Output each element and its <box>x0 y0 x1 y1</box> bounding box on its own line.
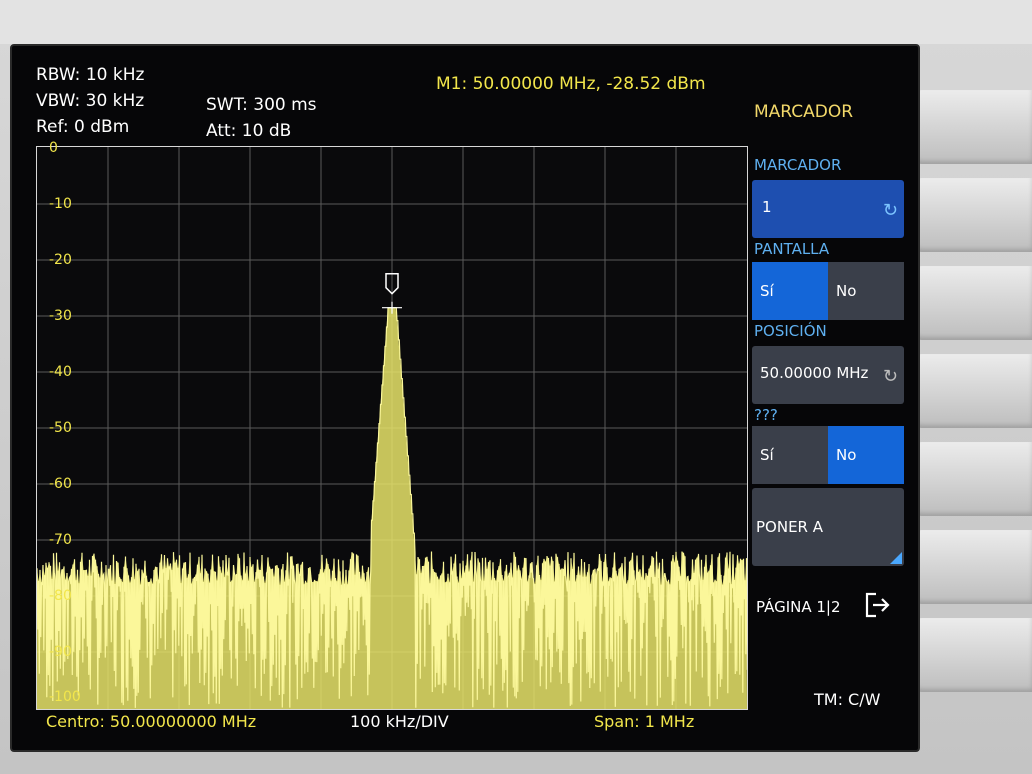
spectrum-plot: 0 -10 -20 -30 -40 -50 -60 -70 -80 -90 -100 <box>36 140 748 710</box>
analyzer-screen: RBW: 10 kHz VBW: 30 kHz Ref: 0 dBm SWT: … <box>10 44 920 752</box>
spectrum-svg <box>37 147 747 709</box>
softkey-button-6[interactable] <box>914 530 1032 604</box>
trigger-mode: TM: C/W <box>814 690 881 709</box>
y-tick-label: -90 <box>49 644 72 660</box>
softkey-button-3[interactable] <box>914 266 1032 340</box>
vbw-readout: VBW: 30 kHz <box>36 91 145 111</box>
display-no-option[interactable]: No <box>828 262 904 320</box>
marker-label: MARCADOR <box>754 156 842 174</box>
division-readout: 100 kHz/DIV <box>350 712 449 731</box>
menu-title: MARCADOR <box>754 102 854 122</box>
exit-icon[interactable] <box>862 590 892 620</box>
marker-crosshair-icon <box>382 301 402 314</box>
softkey-button-2[interactable] <box>914 178 1032 252</box>
unknown-toggle[interactable]: Sí No <box>752 426 904 484</box>
y-tick-label: -30 <box>49 308 72 324</box>
y-tick-label: -40 <box>49 364 72 380</box>
center-frequency: Centro: 50.00000000 MHz <box>46 712 257 731</box>
marker-value: 1 <box>762 198 772 216</box>
display-toggle[interactable]: Sí No <box>752 262 904 320</box>
cycle-icon: ↻ <box>882 200 898 221</box>
y-tick-label: -60 <box>49 476 72 492</box>
unknown-label: ??? <box>754 406 778 424</box>
span-readout: Span: 1 MHz <box>594 712 695 731</box>
settings-readout: RBW: 10 kHz VBW: 30 kHz Ref: 0 dBm <box>36 62 144 140</box>
marker-readout: M1: 50.00000 MHz, -28.52 dBm <box>436 74 706 94</box>
att-readout: Att: 10 dB <box>206 121 292 141</box>
page-indicator: PÁGINA 1|2 <box>756 598 841 616</box>
position-value: 50.00000 MHz <box>760 364 869 382</box>
softkey-button-4[interactable] <box>914 354 1032 428</box>
position-field[interactable]: 50.00000 MHz ↻ <box>752 346 904 404</box>
ref-readout: Ref: 0 dBm <box>36 117 130 137</box>
y-tick-label: -70 <box>49 532 72 548</box>
softkey-button-7[interactable] <box>914 618 1032 692</box>
cycle-icon: ↻ <box>882 366 898 387</box>
hardware-softkeys <box>912 60 1032 774</box>
y-tick-label: -50 <box>49 420 72 436</box>
y-tick-label: -100 <box>49 689 81 705</box>
set-to-label: PONER A <box>756 518 824 536</box>
unknown-no-option[interactable]: No <box>828 426 904 484</box>
device-top-panel <box>0 0 1032 44</box>
swt-readout: SWT: 300 ms <box>206 95 317 115</box>
set-to-button[interactable]: PONER A <box>752 488 904 566</box>
display-yes-option[interactable]: Sí <box>752 262 828 320</box>
position-label: POSICIÓN <box>754 322 827 340</box>
unknown-yes-option[interactable]: Sí <box>752 426 828 484</box>
rbw-readout: RBW: 10 kHz <box>36 65 145 85</box>
softkey-button-1[interactable] <box>914 90 1032 164</box>
submenu-indicator-icon <box>890 552 902 564</box>
marker-selector[interactable]: 1 ↻ <box>752 180 904 238</box>
display-label: PANTALLA <box>754 240 830 258</box>
y-tick-label: -80 <box>49 588 72 604</box>
softkey-button-5[interactable] <box>914 442 1032 516</box>
y-tick-label: -10 <box>49 196 72 212</box>
y-tick-label: -20 <box>49 252 72 268</box>
sweep-readout: SWT: 300 ms Att: 10 dB <box>206 92 317 144</box>
y-tick-label: 0 <box>49 140 58 156</box>
